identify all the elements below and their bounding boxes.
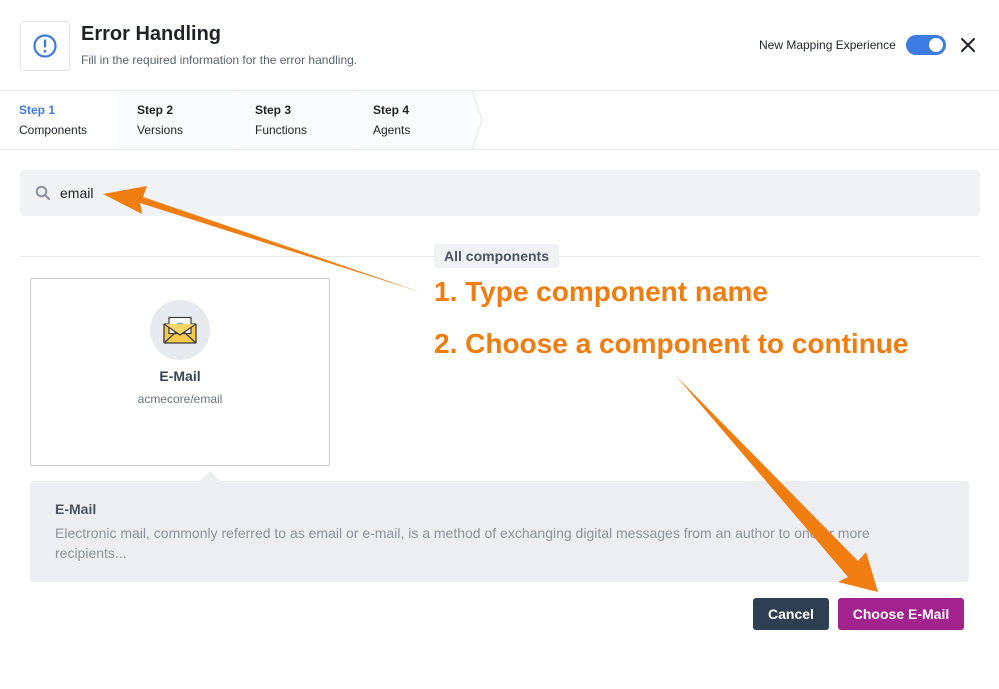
- exclamation-circle-icon: [33, 34, 57, 58]
- step-number: Step 4: [373, 103, 410, 117]
- step-divider: [471, 91, 483, 149]
- close-icon: [961, 38, 975, 52]
- stepper: Step 1 Components Step 2 Versions Step 3…: [0, 91, 999, 150]
- search-input[interactable]: [60, 181, 940, 205]
- page-title: Error Handling: [81, 23, 222, 45]
- step-components[interactable]: Step 1 Components: [19, 91, 119, 149]
- annotation-step-2: 2. Choose a component to continue: [434, 328, 909, 359]
- page-subtitle: Fill in the required information for the…: [81, 53, 358, 67]
- step-label: Functions: [255, 123, 308, 137]
- card-path: acmecore/email: [137, 392, 223, 406]
- component-card-email[interactable]: @ E-Mail acmecore/email: [30, 278, 330, 466]
- step-label: Components: [19, 123, 88, 137]
- choose-email-button[interactable]: Choose E-Mail: [838, 598, 964, 630]
- annotation-step-1: 1. Type component name: [434, 276, 768, 307]
- mapping-toggle[interactable]: [906, 35, 946, 55]
- section-label: All components: [434, 244, 560, 268]
- step-number: Step 1: [19, 103, 56, 117]
- mapping-toggle-label: New Mapping Experience: [759, 38, 896, 52]
- toggle-knob: [929, 38, 943, 52]
- cancel-button[interactable]: Cancel: [753, 598, 829, 630]
- step-number: Step 2: [137, 103, 174, 117]
- email-envelope-icon: @: [150, 300, 210, 360]
- description-text: Electronic mail, commonly referred to as…: [55, 525, 870, 561]
- header-icon-box: [20, 21, 70, 71]
- step-label: Agents: [373, 123, 411, 137]
- step-functions[interactable]: Step 3 Functions: [255, 91, 350, 149]
- step-agents[interactable]: Step 4 Agents: [373, 91, 468, 149]
- search-bar[interactable]: [20, 170, 980, 216]
- close-button[interactable]: [958, 35, 978, 55]
- step-versions[interactable]: Step 2 Versions: [137, 91, 232, 149]
- step-label: Versions: [137, 123, 184, 137]
- envelope-icon: @: [163, 316, 197, 344]
- panel-notch: [200, 471, 220, 481]
- dialog-header: Error Handling Fill in the required info…: [0, 0, 999, 91]
- search-icon: [35, 185, 51, 201]
- step-number: Step 3: [255, 103, 292, 117]
- card-title: E-Mail: [159, 368, 201, 384]
- description-panel: E-Mail Electronic mail, commonly referre…: [30, 471, 969, 582]
- description-title: E-Mail: [55, 501, 97, 517]
